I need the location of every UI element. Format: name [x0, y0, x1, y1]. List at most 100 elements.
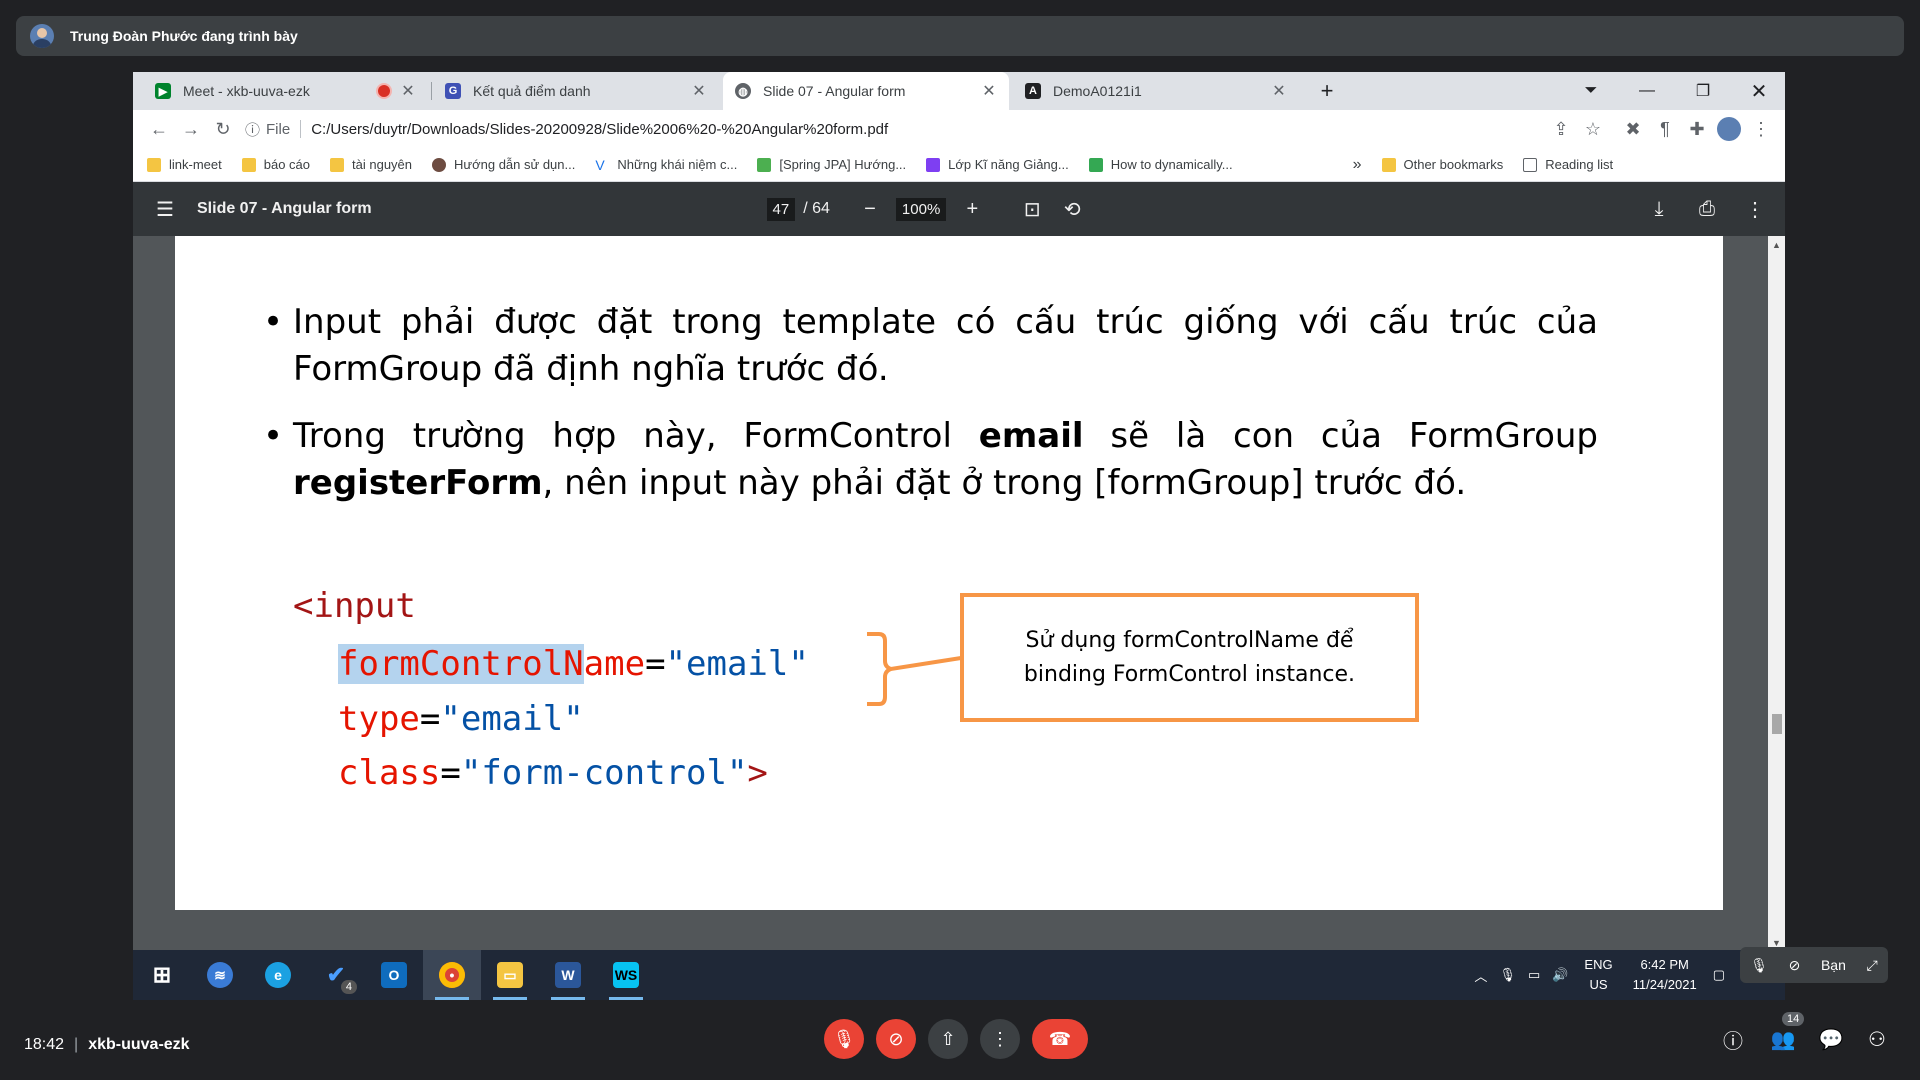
extensions-puzzle-icon[interactable]: ✚	[1681, 113, 1713, 145]
site-icon	[432, 157, 447, 172]
download-icon[interactable]: ⤓	[1639, 189, 1679, 229]
new-tab-button[interactable]: +	[1305, 72, 1349, 110]
close-window-button[interactable]: ✕	[1737, 72, 1781, 110]
mic-toggle-button[interactable]: 🎙	[824, 1019, 864, 1059]
app-icon[interactable]: ≋	[191, 950, 249, 1000]
bookmark-star-icon[interactable]: ☆	[1577, 113, 1609, 145]
bookmarks-bar: link-meet báo cáo tài nguyên Hướng dẫn s…	[133, 148, 1785, 182]
scroll-up-icon[interactable]: ▲	[1772, 240, 1781, 250]
fit-page-icon[interactable]: ⊡	[1012, 189, 1052, 229]
bookmark-item[interactable]: Lớp Kĩ năng Giảng...	[926, 157, 1069, 172]
pdf-viewer[interactable]: Input phải được đặt trong template có cấ…	[133, 236, 1785, 950]
extension-icon[interactable]: ✖	[1617, 113, 1649, 145]
folder-icon	[1381, 157, 1396, 172]
self-view-controls: 🎙 ⊘ Bạn ⤢	[1740, 947, 1888, 983]
page-number-input[interactable]: 47	[766, 197, 796, 221]
chat-icon[interactable]: 💬	[1816, 1024, 1846, 1054]
tab-title: Meet - xkb-uuva-ezk	[183, 83, 310, 99]
forward-icon[interactable]: →	[175, 113, 207, 145]
bookmark-item[interactable]: báo cáo	[241, 157, 310, 172]
zoom-out-icon[interactable]: −	[850, 189, 890, 229]
meeting-details-icon[interactable]: ⓘ	[1718, 1024, 1748, 1054]
edge-icon[interactable]: e	[249, 950, 307, 1000]
folder-icon	[330, 157, 345, 172]
language-indicator[interactable]: ENG US	[1584, 955, 1612, 995]
people-icon[interactable]: 👥	[1768, 1024, 1798, 1054]
paragraph-extension-icon[interactable]: ¶	[1649, 113, 1681, 145]
system-tray: ︿ 🎙 ▭ 🔊 ENG US 6:42 PM 11/24/2021 ▢	[1468, 955, 1785, 995]
site-icon	[1088, 157, 1103, 172]
bookmark-item[interactable]: [Spring JPA] Hướng...	[757, 157, 906, 172]
microphone-icon[interactable]: 🎙	[1499, 967, 1516, 983]
reading-list[interactable]: Reading list	[1523, 157, 1613, 172]
menu-kebab-icon[interactable]: ⋮	[1745, 113, 1777, 145]
camera-off-icon[interactable]: ⊘	[1789, 957, 1801, 974]
word-icon[interactable]: W	[539, 950, 597, 1000]
bookmark-item[interactable]: link-meet	[147, 157, 222, 172]
profile-search-icon[interactable]: ⏷	[1569, 72, 1613, 110]
profile-avatar-icon[interactable]	[1713, 113, 1745, 145]
pdf-page: Input phải được đặt trong template có cấ…	[175, 236, 1723, 910]
show-hidden-icon[interactable]: ︿	[1474, 966, 1487, 985]
minimize-button[interactable]: —	[1625, 72, 1669, 110]
bookmark-item[interactable]: V Những khái niệm c...	[595, 157, 737, 172]
page-total: / 64	[803, 200, 830, 217]
close-tab-icon[interactable]: ✕	[400, 81, 416, 101]
globe-icon: ◍	[735, 83, 751, 99]
presenter-avatar	[30, 24, 54, 48]
address-scheme: File	[266, 120, 291, 138]
code-line-3: class="form-control">	[338, 753, 768, 793]
address-bar[interactable]: ⓘ File C:/Users/duytr/Downloads/Slides-2…	[245, 114, 1545, 144]
todo-icon[interactable]: ✔ 4	[307, 950, 365, 1000]
outlook-icon[interactable]: O	[365, 950, 423, 1000]
rotate-icon[interactable]: ⟲	[1052, 189, 1092, 229]
folder-icon	[147, 157, 161, 172]
file-explorer-icon[interactable]: ▭	[481, 950, 539, 1000]
zoom-in-icon[interactable]: +	[952, 189, 992, 229]
bookmark-item[interactable]: tài nguyên	[330, 157, 412, 172]
close-tab-icon[interactable]: ✕	[691, 81, 707, 101]
expand-icon[interactable]: ⤢	[1866, 957, 1877, 974]
notification-icon[interactable]: ▢	[1713, 967, 1725, 983]
windows-start-icon[interactable]: ⊞	[133, 950, 191, 1000]
activities-icon[interactable]: ⚇	[1862, 1024, 1892, 1054]
browser-window: ▶ Meet - xkb-uuva-ezk ✕ G Kết quả điểm d…	[133, 72, 1785, 950]
mic-off-icon[interactable]: 🎙	[1750, 957, 1768, 974]
more-bookmarks-icon[interactable]: »	[1353, 156, 1362, 174]
camera-toggle-button[interactable]: ⊘	[876, 1019, 916, 1059]
print-icon[interactable]: ⎙	[1687, 189, 1727, 229]
present-button[interactable]: ⇧	[928, 1019, 968, 1059]
back-icon[interactable]: ←	[143, 113, 175, 145]
volume-icon[interactable]: 🔊	[1552, 967, 1568, 983]
browser-toolbar: ← → ↻ ⓘ File C:/Users/duytr/Downloads/Sl…	[133, 110, 1785, 148]
bookmark-item[interactable]: How to dynamically...	[1088, 157, 1233, 172]
tab-meet[interactable]: ▶ Meet - xkb-uuva-ezk ✕	[143, 72, 428, 110]
scrollbar[interactable]: ▲ ▼	[1768, 236, 1785, 950]
chrome-icon[interactable]: •	[423, 950, 481, 1000]
zoom-input[interactable]: 100%	[895, 197, 947, 221]
clock[interactable]: 6:42 PM 11/24/2021	[1633, 955, 1697, 995]
more-options-button[interactable]: ⋮	[980, 1019, 1020, 1059]
restore-button[interactable]: ❐	[1681, 72, 1725, 110]
leave-call-button[interactable]: ☎	[1032, 1019, 1088, 1059]
share-icon[interactable]: ⇪	[1545, 113, 1577, 145]
badge-count: 4	[340, 980, 357, 994]
tab-slide[interactable]: ◍ Slide 07 - Angular form ✕	[723, 72, 1009, 110]
tab-attendance[interactable]: G Kết quả điểm danh ✕	[433, 72, 719, 110]
bookmark-item[interactable]: Hướng dẫn sử dụn...	[432, 157, 575, 172]
other-bookmarks[interactable]: Other bookmarks	[1381, 157, 1503, 172]
webstorm-icon[interactable]: WS	[597, 950, 655, 1000]
more-options-icon[interactable]: ⋮	[1735, 189, 1775, 229]
close-tab-icon[interactable]: ✕	[981, 81, 997, 101]
address-url[interactable]: C:/Users/duytr/Downloads/Slides-20200928…	[311, 121, 888, 138]
hamburger-menu-icon[interactable]: ☰	[145, 189, 185, 229]
pdf-toolbar: ☰ Slide 07 - Angular form 47 / 64 − 100%…	[133, 182, 1785, 236]
scroll-thumb[interactable]	[1772, 714, 1782, 734]
info-icon[interactable]: ⓘ	[245, 119, 260, 140]
close-tab-icon[interactable]: ✕	[1271, 81, 1287, 101]
site-icon	[926, 157, 941, 172]
tab-demo[interactable]: A DemoA0121i1 ✕	[1013, 72, 1299, 110]
reload-icon[interactable]: ↻	[207, 113, 239, 145]
battery-icon[interactable]: ▭	[1528, 967, 1540, 983]
code-line-2: type="email"	[338, 699, 584, 739]
